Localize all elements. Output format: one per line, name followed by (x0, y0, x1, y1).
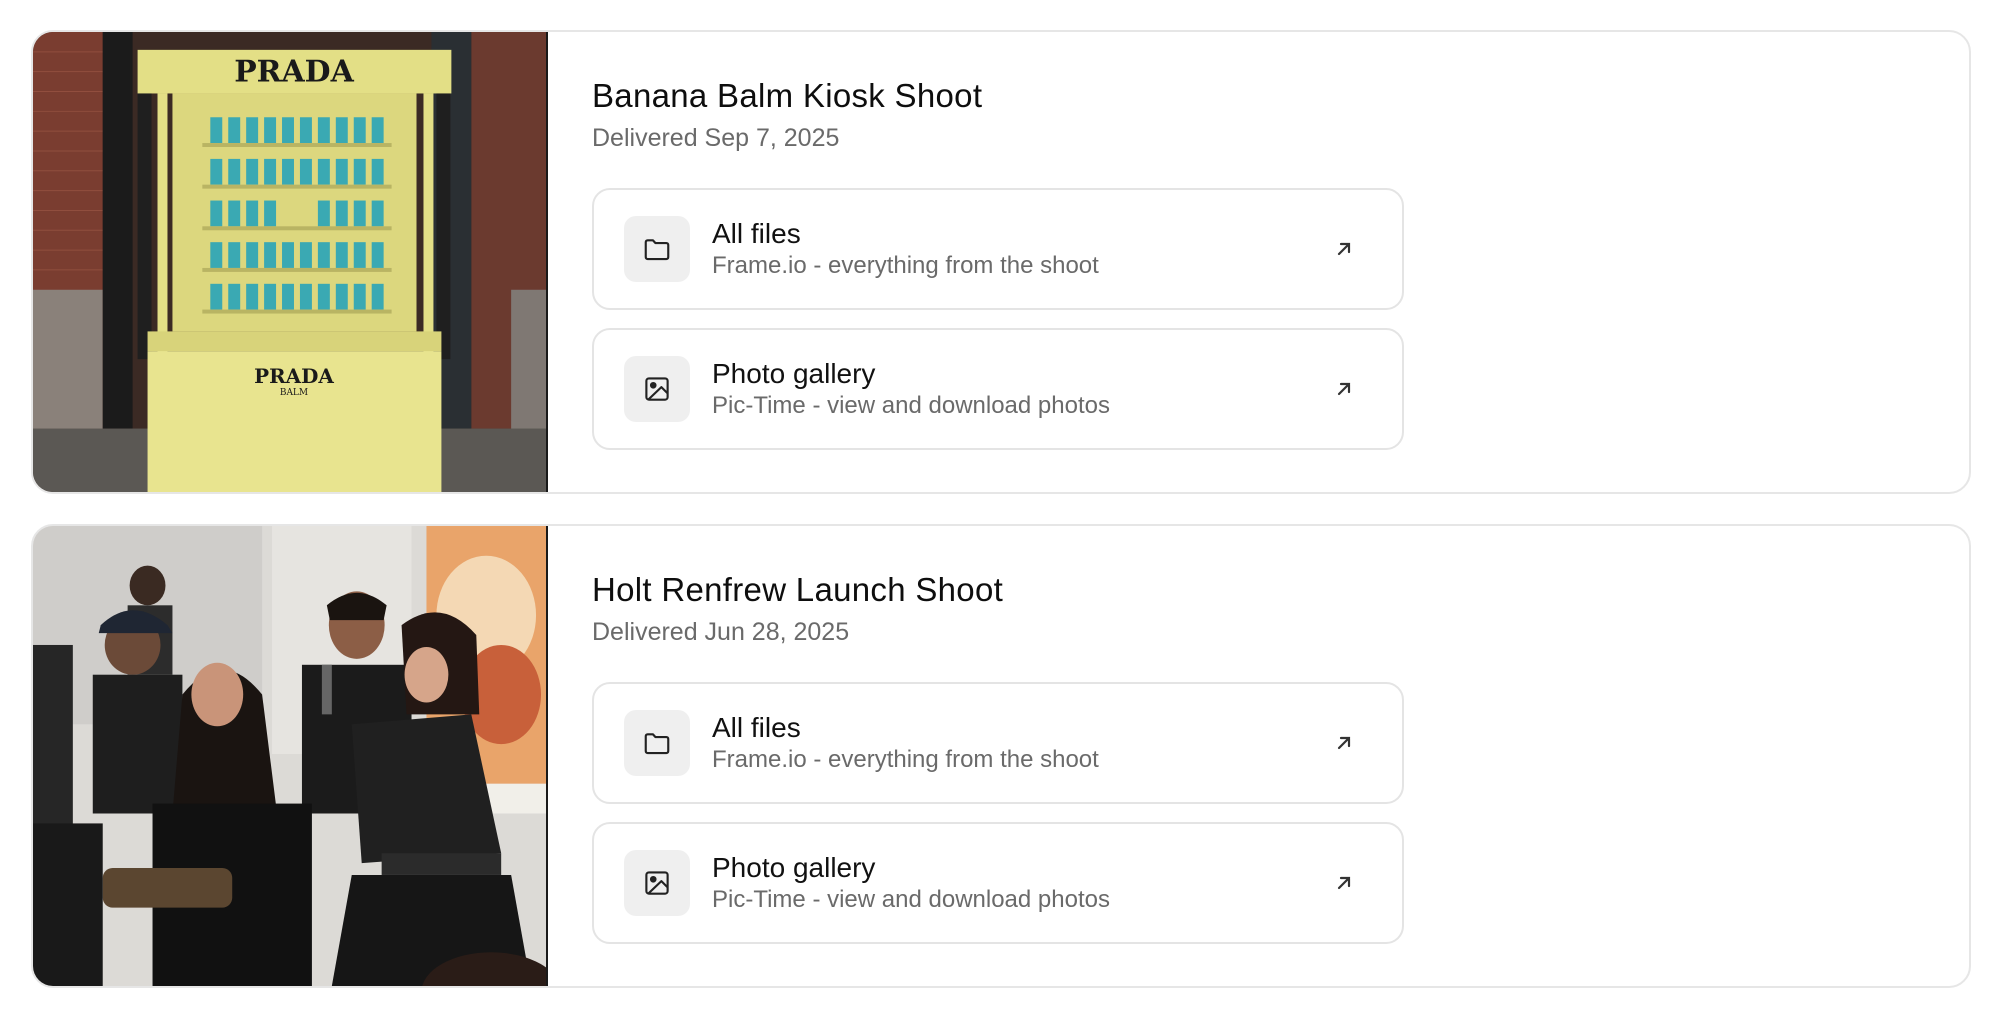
kiosk-sign-top: PRADA (234, 55, 354, 90)
link-subtitle: Frame.io - everything from the shoot (712, 746, 1099, 773)
link-title: Photo gallery (712, 358, 876, 389)
image-icon (624, 850, 690, 916)
shoot-title: Holt Renfrew Launch Shoot (592, 571, 1004, 608)
arrow-up-right-icon (1330, 869, 1358, 897)
link-title: Photo gallery (712, 852, 876, 883)
folder-icon (624, 710, 690, 776)
photo-gallery-link[interactable]: Photo gallery Pic-Time - view and downlo… (592, 328, 1404, 450)
link-title: All files (712, 218, 801, 249)
shoot-title: Banana Balm Kiosk Shoot (592, 77, 983, 114)
arrow-up-right-icon (1330, 729, 1358, 757)
shoot-card: Holt Renfrew Launch Shoot Delivered Jun … (31, 524, 1971, 988)
kiosk-sign-bottom: PRADA (254, 364, 334, 388)
shoot-details: Banana Balm Kiosk Shoot Delivered Sep 7,… (548, 32, 1969, 492)
kiosk-sign-bottom-sub: BALM (280, 388, 308, 398)
shoot-card: PRADA PRADA BALM Banana Balm Kiosk Shoot… (31, 30, 1971, 494)
link-subtitle: Frame.io - everything from the shoot (712, 252, 1099, 279)
shoot-thumbnail: PRADA PRADA BALM (33, 32, 548, 492)
shoot-delivered-date: Delivered Jun 28, 2025 (592, 618, 850, 646)
arrow-up-right-icon (1330, 375, 1358, 403)
photo-gallery-link[interactable]: Photo gallery Pic-Time - view and downlo… (592, 822, 1404, 944)
link-subtitle: Pic-Time - view and download photos (712, 886, 1110, 913)
image-icon (624, 356, 690, 422)
shoot-delivered-date: Delivered Sep 7, 2025 (592, 124, 840, 152)
shoot-thumbnail (33, 526, 548, 986)
event-photo (33, 526, 546, 986)
folder-icon (624, 216, 690, 282)
shoot-list: PRADA PRADA BALM Banana Balm Kiosk Shoot… (31, 30, 1971, 1018)
all-files-link[interactable]: All files Frame.io - everything from the… (592, 188, 1404, 310)
link-title: All files (712, 712, 801, 743)
link-subtitle: Pic-Time - view and download photos (712, 392, 1110, 419)
shoot-links: All files Frame.io - everything from the… (592, 188, 1969, 450)
all-files-link[interactable]: All files Frame.io - everything from the… (592, 682, 1404, 804)
shoot-links: All files Frame.io - everything from the… (592, 682, 1969, 944)
arrow-up-right-icon (1330, 235, 1358, 263)
shoot-details: Holt Renfrew Launch Shoot Delivered Jun … (548, 526, 1969, 986)
kiosk-photo: PRADA PRADA BALM (33, 32, 546, 492)
